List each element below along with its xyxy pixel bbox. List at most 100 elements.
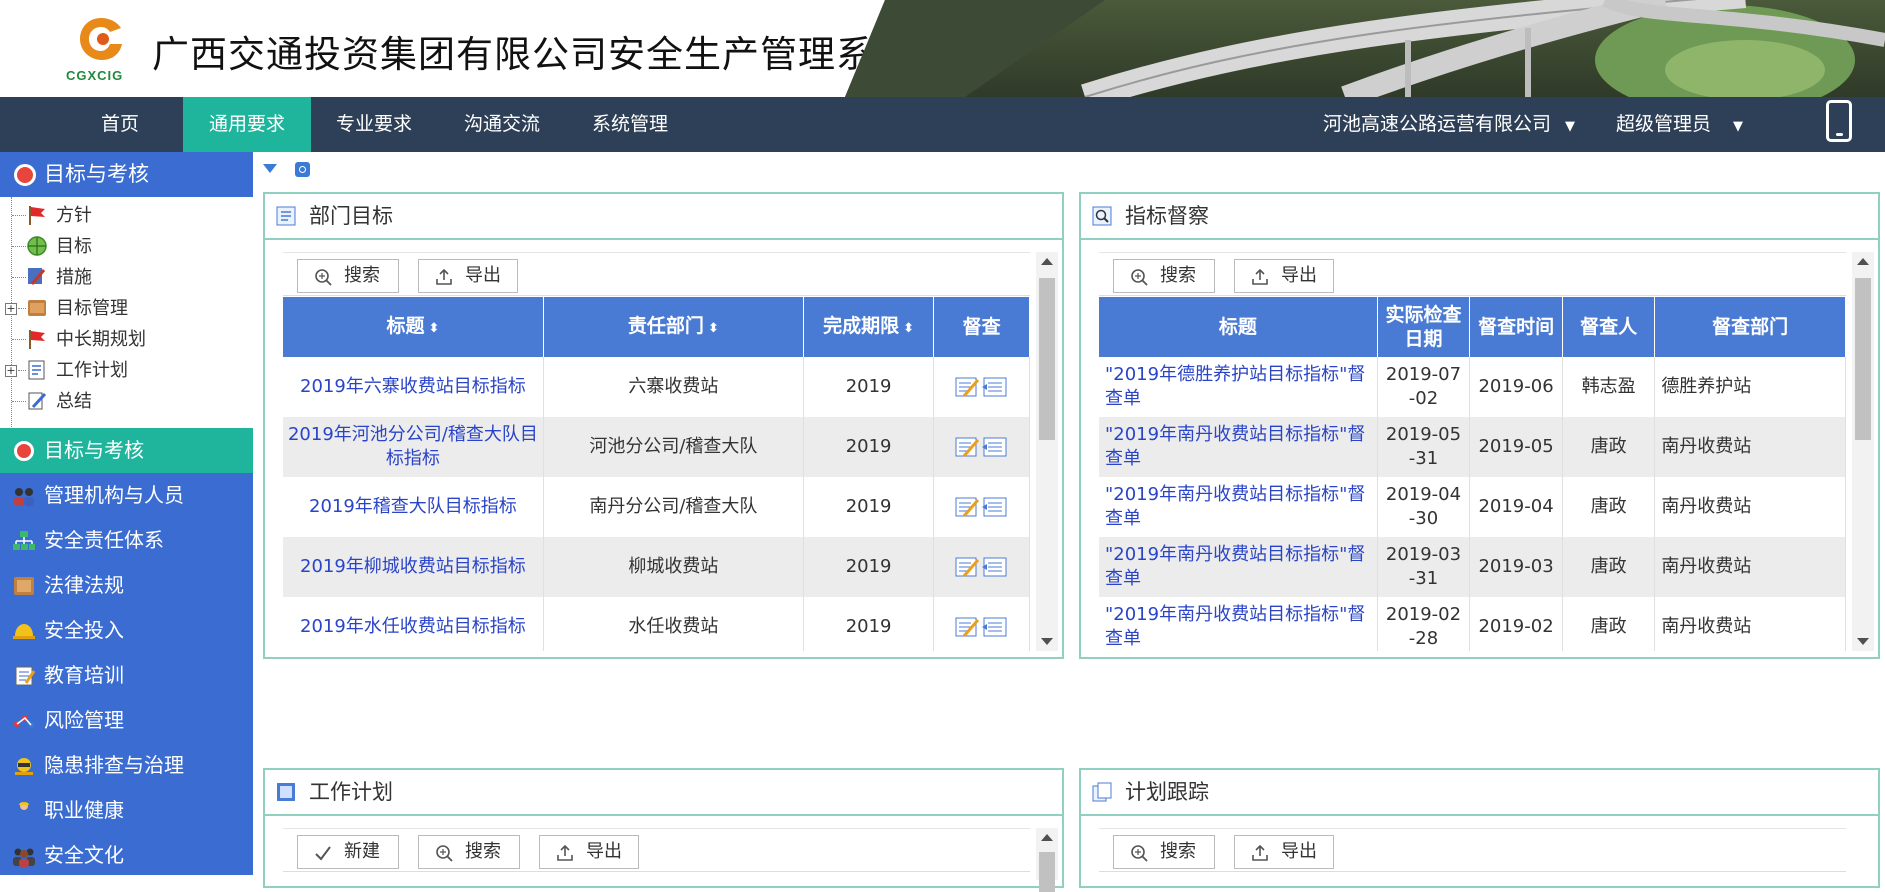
supervision-table: 标题 实际检查日期 督查时间 督查人 督查部门 "2019年德胜养护站目标指标"… xyxy=(1099,297,1846,651)
scroll-down-icon[interactable] xyxy=(1041,638,1053,645)
edit-record-icon[interactable] xyxy=(955,437,979,457)
scroll-down-icon[interactable] xyxy=(1857,638,1869,645)
row-title-link[interactable]: "2019年南丹收费站目标指标"督查单 xyxy=(1099,417,1378,477)
sort-icon[interactable]: ⬍ xyxy=(708,321,719,336)
settings-icon[interactable] xyxy=(295,162,310,177)
sidebar-item-hazard[interactable]: 隐患排查与治理 xyxy=(0,743,253,788)
row-title-link[interactable]: 2019年稽查大队目标指标 xyxy=(283,477,544,537)
nav-system-management[interactable]: 系统管理 xyxy=(582,97,678,152)
scrollbar[interactable] xyxy=(1036,252,1058,651)
worker-icon xyxy=(18,802,30,821)
scroll-up-icon[interactable] xyxy=(1857,258,1869,265)
tree-connector xyxy=(12,246,26,247)
edit-record-icon[interactable] xyxy=(955,497,979,517)
table-header-row: 标题 实际检查日期 督查时间 督查人 督查部门 xyxy=(1099,297,1846,357)
collapse-triangle-icon[interactable] xyxy=(263,164,277,173)
view-list-icon[interactable] xyxy=(981,617,1007,637)
sidebar-item-health[interactable]: 职业健康 xyxy=(0,788,253,833)
expand-icon[interactable]: + xyxy=(5,365,17,377)
row-check-date: 2019-04-30 xyxy=(1377,477,1471,537)
edit-record-icon[interactable] xyxy=(955,557,979,577)
table-row[interactable]: "2019年南丹收费站目标指标"督查单 2019-05-31 2019-05 唐政 南丹… xyxy=(1099,417,1846,477)
sidebar-item-culture[interactable]: 安全文化 xyxy=(0,833,253,875)
table-row[interactable]: 2019年水任收费站目标指标 水任收费站 2019 xyxy=(283,597,1030,651)
nav-communication[interactable]: 沟通交流 xyxy=(454,97,550,152)
view-list-icon[interactable] xyxy=(981,437,1007,457)
view-list-icon[interactable] xyxy=(981,557,1007,577)
table-row[interactable]: 2019年河池分公司/稽查大队目标指标 河池分公司/稽查大队 2019 xyxy=(283,417,1030,477)
view-list-icon[interactable] xyxy=(981,377,1007,397)
column-header-title[interactable]: 标题 ⬍ xyxy=(283,297,544,357)
table-row[interactable]: "2019年南丹收费站目标指标"督查单 2019-03-31 2019-03 唐政 南丹… xyxy=(1099,537,1846,597)
expand-icon[interactable]: + xyxy=(5,303,17,315)
sidebar-item-organization[interactable]: 管理机构与人员 xyxy=(0,473,253,518)
mobile-icon[interactable] xyxy=(1826,100,1852,142)
scrollbar[interactable] xyxy=(1036,828,1058,892)
sidebar-item-label: 安全责任体系 xyxy=(44,528,164,552)
checkmark-icon xyxy=(315,846,331,861)
risk-icon xyxy=(14,715,34,728)
column-header-dept[interactable]: 责任部门 ⬍ xyxy=(543,297,804,357)
row-title-link[interactable]: 2019年六寨收费站目标指标 xyxy=(283,357,544,417)
row-title-link[interactable]: "2019年南丹收费站目标指标"督查单 xyxy=(1099,597,1378,651)
scrollbar-thumb[interactable] xyxy=(1039,852,1055,892)
highway-banner-image xyxy=(845,0,1885,97)
table-row[interactable]: "2019年南丹收费站目标指标"督查单 2019-04-30 2019-04 唐政 南丹… xyxy=(1099,477,1846,537)
row-title-link[interactable]: 2019年水任收费站目标指标 xyxy=(283,597,544,651)
export-button[interactable]: 导出 xyxy=(1234,259,1334,293)
row-title-link[interactable]: "2019年德胜养护站目标指标"督查单 xyxy=(1099,357,1378,417)
row-dept: 柳城收费站 xyxy=(543,537,804,597)
sidebar-item-risk[interactable]: 风险管理 xyxy=(0,698,253,743)
sidebar-item-responsibility[interactable]: 安全责任体系 xyxy=(0,518,253,563)
row-title-link[interactable]: 2019年柳城收费站目标指标 xyxy=(283,537,544,597)
row-check-date: 2019-07-02 xyxy=(1377,357,1471,417)
search-button[interactable]: 搜索 xyxy=(1113,259,1215,293)
row-title-link[interactable]: 2019年河池分公司/稽查大队目标指标 xyxy=(283,417,544,477)
table-row[interactable]: 2019年稽查大队目标指标 南丹分公司/稽查大队 2019 xyxy=(283,477,1030,537)
table-row[interactable]: 2019年柳城收费站目标指标 柳城收费站 2019 xyxy=(283,537,1030,597)
row-title-link[interactable]: "2019年南丹收费站目标指标"督查单 xyxy=(1099,477,1378,537)
sidebar-header[interactable]: 目标与考核 xyxy=(0,152,253,197)
export-button[interactable]: 导出 xyxy=(1234,835,1334,869)
view-list-icon[interactable] xyxy=(981,497,1007,517)
edit-record-icon[interactable] xyxy=(955,377,979,397)
search-button[interactable]: 搜索 xyxy=(1113,835,1215,869)
nav-general-requirements[interactable]: 通用要求 xyxy=(183,97,311,152)
table-row[interactable]: "2019年南丹收费站目标指标"督查单 2019-02-28 2019-02 唐政 南丹… xyxy=(1099,597,1846,651)
search-button[interactable]: 搜索 xyxy=(297,259,399,293)
new-button[interactable]: 新建 xyxy=(297,835,399,869)
sidebar-item-investment[interactable]: 安全投入 xyxy=(0,608,253,653)
edit-record-icon[interactable] xyxy=(955,617,979,637)
top-nav: 首页 通用要求 专业要求 沟通交流 系统管理 河池高速公路运营有限公司 ▼ 超级管… xyxy=(0,97,1885,152)
row-supervisor: 韩志盈 xyxy=(1562,357,1656,417)
sidebar-item-laws[interactable]: 法律法规 xyxy=(0,563,253,608)
tree-item-label: 工作计划 xyxy=(56,360,128,381)
scrollbar-thumb[interactable] xyxy=(1039,278,1055,440)
sort-icon[interactable]: ⬍ xyxy=(903,321,914,336)
scroll-up-icon[interactable] xyxy=(1041,834,1053,841)
scrollbar[interactable] xyxy=(1852,252,1874,651)
sidebar-item-training[interactable]: 教育培训 xyxy=(0,653,253,698)
search-button[interactable]: 搜索 xyxy=(418,835,520,869)
scroll-up-icon[interactable] xyxy=(1041,258,1053,265)
nav-professional-requirements[interactable]: 专业要求 xyxy=(326,97,422,152)
table-row[interactable]: 2019年六寨收费站目标指标 六寨收费站 2019 xyxy=(283,357,1030,417)
nav-home[interactable]: 首页 xyxy=(80,97,160,152)
sidebar-item-goals-assessment[interactable]: 目标与考核 xyxy=(0,428,253,473)
table-row[interactable]: "2019年德胜养护站目标指标"督查单 2019-07-02 2019-06 韩志盈德… xyxy=(1099,357,1846,417)
row-deadline: 2019 xyxy=(803,597,935,651)
company-dropdown-icon: ▼ xyxy=(1565,119,1576,134)
column-header-supervise: 督查 xyxy=(933,297,1030,357)
export-button[interactable]: 导出 xyxy=(418,259,518,293)
sort-icon[interactable]: ⬍ xyxy=(428,321,439,336)
column-header-deadline[interactable]: 完成期限 ⬍ xyxy=(803,297,935,357)
row-title-link[interactable]: "2019年南丹收费站目标指标"督查单 xyxy=(1099,537,1378,597)
user-dropdown-icon: ▼ xyxy=(1733,119,1744,134)
plan-document-icon xyxy=(277,783,295,801)
company-selector[interactable]: 河池高速公路运营有限公司 ▼ xyxy=(1323,97,1575,152)
panel-title: 指标督察 xyxy=(1125,204,1209,228)
export-button[interactable]: 导出 xyxy=(539,835,639,869)
scrollbar-thumb[interactable] xyxy=(1855,278,1871,440)
row-supervisor: 唐政 xyxy=(1562,597,1656,651)
user-menu[interactable]: 超级管理员 ▼ xyxy=(1616,97,1743,152)
